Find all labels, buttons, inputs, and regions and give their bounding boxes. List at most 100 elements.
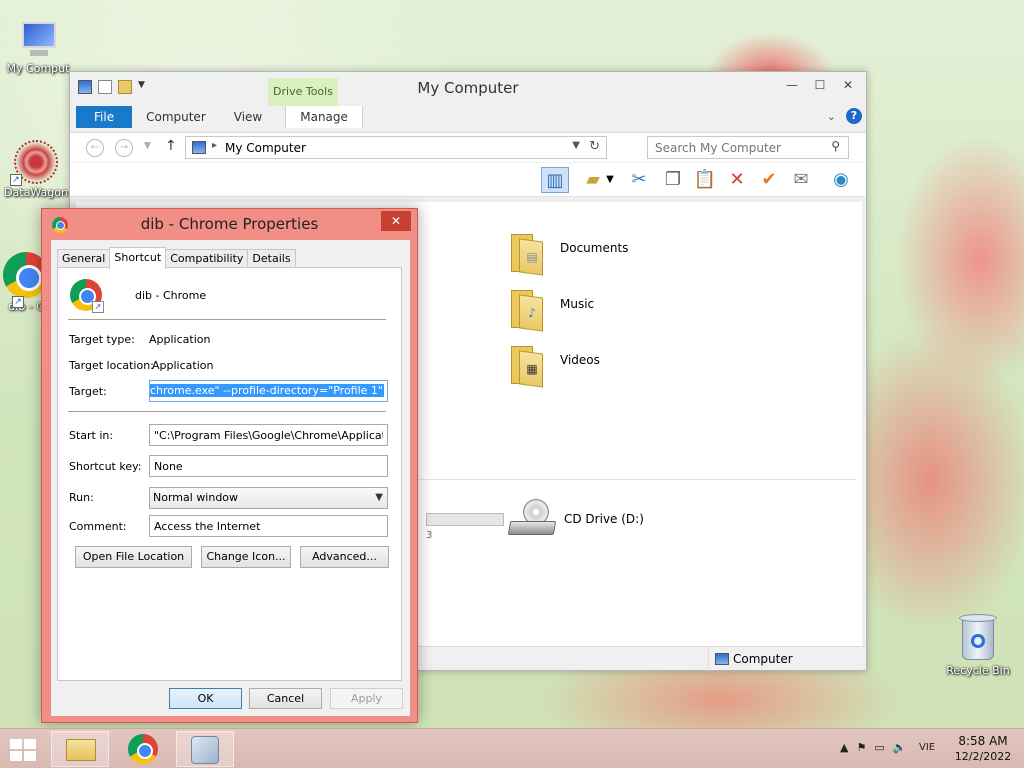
taskbar-properties[interactable] (176, 731, 234, 767)
dialog-close-button[interactable]: ✕ (381, 211, 411, 231)
clock[interactable]: 8:58 AM 12/2/2022 (950, 734, 1016, 764)
music-note-icon: ♪ (528, 306, 536, 320)
desktop-icon-recycle-bin[interactable]: Recycle Bin (938, 612, 1018, 677)
clock-time: 8:58 AM (958, 734, 1008, 748)
drive-label: CD Drive (D:) (564, 512, 644, 526)
back-button[interactable]: ← (86, 139, 104, 157)
desktop-icon-my-computer[interactable]: My Comput (0, 20, 78, 75)
action-center-icon[interactable]: ⚑ (856, 741, 866, 754)
checkmark-icon[interactable]: ✔ (755, 167, 783, 193)
comment-label: Comment: (69, 520, 127, 533)
preview-pane-button[interactable]: ▥ (541, 167, 569, 193)
shortcut-key-field[interactable] (149, 455, 388, 477)
help-icon[interactable]: ? (846, 108, 862, 124)
target-type-label: Target type: (69, 333, 135, 346)
dialog-title: dib - Chrome Properties (140, 215, 319, 233)
cut-icon[interactable]: ✂ (625, 167, 653, 193)
volume-icon[interactable]: 🔈 (893, 741, 907, 754)
shell-icon[interactable]: ◉ (827, 167, 855, 193)
target-field[interactable]: tion\chrome.exe" --profile-directory="Pr… (149, 380, 388, 402)
expand-ribbon-icon[interactable]: ⌄ (827, 110, 836, 123)
tab-manage[interactable]: Manage (285, 106, 363, 128)
folder-icon: ♪ (511, 286, 545, 332)
recycle-bin-icon (958, 612, 998, 662)
start-in-label: Start in: (69, 429, 114, 442)
computer-icon (192, 141, 206, 154)
address-bar[interactable]: ▸ My Computer ▼ ↻ (185, 136, 607, 159)
comment-field[interactable] (149, 515, 388, 537)
separator (68, 319, 386, 320)
separator (68, 411, 386, 412)
folder-icon: ▤ (511, 230, 545, 276)
email-icon[interactable]: ✉ (787, 167, 815, 193)
shortcut-key-label: Shortcut key: (69, 460, 142, 473)
search-icon[interactable]: ⚲ (831, 139, 840, 153)
tab-compatibility[interactable]: Compatibility (165, 249, 249, 268)
recent-locations-icon[interactable]: ▼ (144, 141, 151, 151)
shortcut-arrow-icon: ↗ (12, 296, 24, 308)
target-selected-text: tion\chrome.exe" --profile-directory="Pr… (150, 384, 384, 397)
start-button[interactable] (8, 737, 38, 761)
address-path: My Computer (225, 141, 306, 155)
advanced-button[interactable]: Advanced... (300, 546, 389, 568)
start-in-field[interactable] (149, 424, 388, 446)
chrome-shortcut-icon: ↗ (70, 279, 104, 313)
close-button[interactable]: ✕ (834, 74, 862, 96)
forward-button[interactable]: → (115, 139, 133, 157)
section-divider (416, 479, 856, 480)
options-dropdown-icon[interactable]: ▼ (603, 167, 617, 193)
input-language-indicator[interactable]: VIE (919, 742, 935, 753)
refresh-icon[interactable]: ↻ (589, 139, 600, 154)
film-icon: ▦ (526, 362, 538, 376)
dialog-tabs: General Shortcut Compatibility Details (57, 247, 296, 269)
tab-file[interactable]: File (76, 106, 133, 128)
breadcrumb-chevron-icon[interactable]: ▸ (212, 140, 217, 151)
show-hidden-icons-icon[interactable]: ▲ (840, 741, 848, 754)
folder-label: Documents (560, 241, 629, 255)
tab-details[interactable]: Details (247, 249, 296, 268)
run-label: Run: (69, 491, 94, 504)
copy-icon[interactable]: ❐ (659, 167, 687, 193)
explorer-titlebar[interactable]: ▼ Drive Tools My Computer — ☐ ✕ (70, 72, 866, 106)
folder-icon (66, 739, 96, 761)
up-button[interactable]: ↑ (165, 138, 177, 154)
open-file-location-button[interactable]: Open File Location (75, 546, 192, 568)
clock-date: 12/2/2022 (954, 750, 1012, 763)
desktop-icon-label: Recycle Bin (946, 664, 1010, 677)
address-row: ← → ▼ ↑ ▸ My Computer ▼ ↻ ⚲ (70, 132, 866, 162)
folder-label: Videos (560, 353, 600, 367)
folder-icon: ▦ (511, 342, 545, 388)
tab-view[interactable]: View (220, 106, 276, 128)
run-select[interactable]: Normal window ▼ (149, 487, 388, 509)
desktop-icon-label: DataWagon (4, 186, 68, 199)
command-toolbar: ▥ ▰ ▼ ✂ ❐ 📋 ✕ ✔ ✉ ◉ (70, 163, 866, 197)
delete-icon[interactable]: ✕ (723, 167, 751, 193)
paste-icon[interactable]: 📋 (691, 167, 719, 193)
search-input[interactable] (655, 138, 825, 158)
ok-button[interactable]: OK (169, 688, 242, 709)
target-label: Target: (69, 385, 107, 398)
shortcut-arrow-icon: ↗ (10, 174, 22, 186)
taskbar-file-explorer[interactable] (51, 731, 109, 767)
maximize-button[interactable]: ☐ (806, 74, 834, 96)
document-icon: ▤ (526, 250, 538, 264)
apply-button[interactable]: Apply (330, 688, 403, 709)
window-title: My Computer (417, 79, 519, 97)
cancel-button[interactable]: Cancel (249, 688, 322, 709)
tab-computer[interactable]: Computer (132, 106, 220, 128)
drive-usage-bar (426, 513, 504, 526)
shortcut-panel: ↗ dib - Chrome Target type: Application … (57, 267, 402, 681)
taskbar-chrome[interactable] (115, 731, 173, 767)
status-computer-label: Computer (733, 652, 793, 666)
desktop-icon-label: My Comput (6, 62, 70, 75)
search-box: ⚲ (647, 136, 849, 159)
minimize-button[interactable]: — (778, 74, 806, 96)
network-icon[interactable]: ▭ (874, 741, 884, 754)
tab-general[interactable]: General (57, 249, 111, 268)
address-dropdown-icon[interactable]: ▼ (572, 140, 580, 151)
chrome-icon (128, 734, 158, 764)
change-icon-button[interactable]: Change Icon... (201, 546, 291, 568)
shortcut-arrow-icon: ↗ (92, 301, 104, 313)
tab-shortcut[interactable]: Shortcut (109, 247, 167, 269)
desktop-icon-datawagon[interactable]: ↗ DataWagon (0, 140, 76, 199)
